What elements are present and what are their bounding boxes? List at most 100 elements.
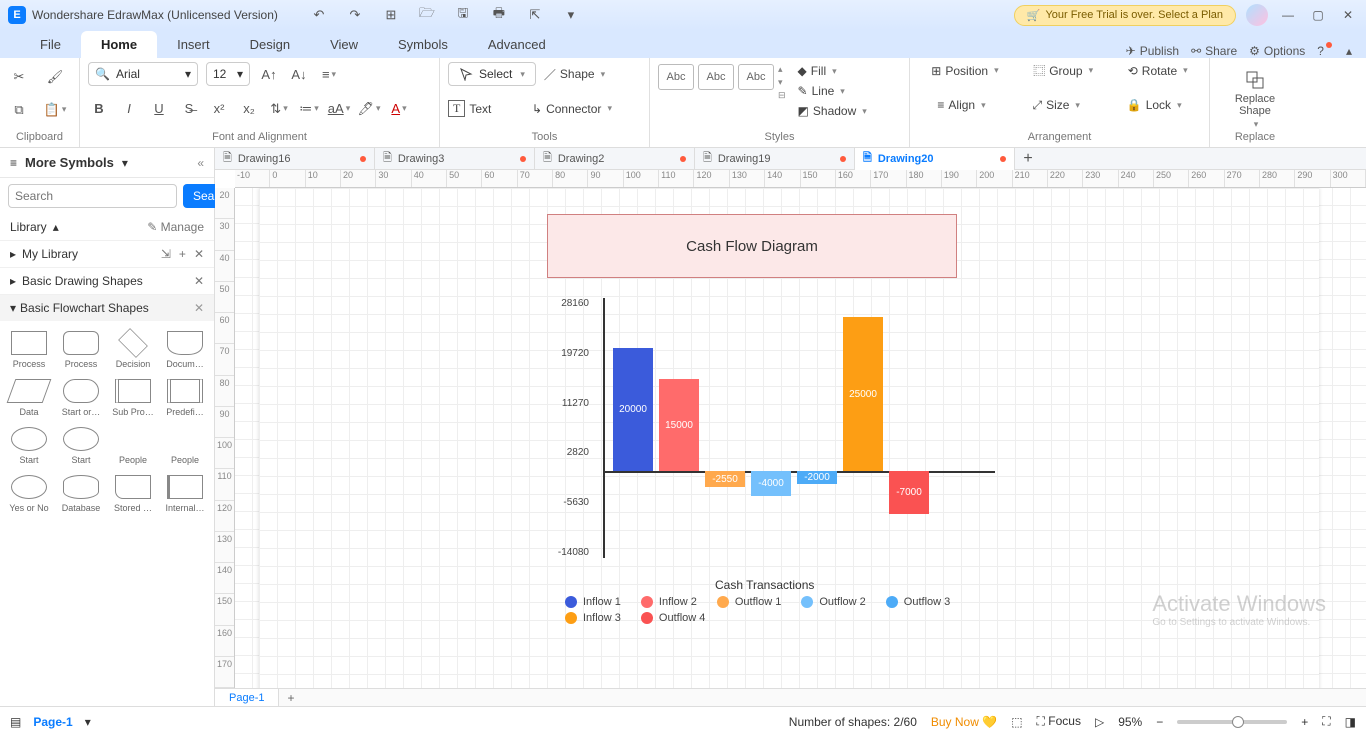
page-dropdown-icon[interactable]: ▾	[85, 715, 91, 729]
undo-icon[interactable]: ↶	[308, 4, 330, 26]
add-page-icon[interactable]: +	[279, 691, 302, 705]
focus-button[interactable]: ⛶ Focus	[1037, 714, 1081, 729]
shape-tool[interactable]: ／ Shape	[544, 66, 605, 83]
line-button[interactable]: ✎ Line	[798, 84, 867, 98]
basic-flowchart-item[interactable]: Basic Flowchart Shapes	[20, 301, 149, 315]
shape-stencil[interactable]: Internal…	[160, 471, 210, 517]
align-button[interactable]: ≡ Align	[937, 98, 985, 112]
shape-stencil[interactable]: People	[160, 423, 210, 469]
select-tool[interactable]: Select	[448, 62, 536, 86]
bar-inflow-1[interactable]: 20000	[613, 348, 653, 471]
style-preset[interactable]: Abc	[698, 64, 734, 90]
shape-stencil[interactable]: Process	[4, 327, 54, 373]
more-symbols-label[interactable]: More Symbols	[25, 155, 114, 170]
position-button[interactable]: ⊞ Position	[931, 64, 998, 78]
style-down-icon[interactable]: ▾	[778, 77, 786, 88]
zoom-slider[interactable]	[1177, 720, 1287, 724]
font-size-select[interactable]: 12▾	[206, 62, 250, 86]
bar-inflow-2[interactable]: 15000	[659, 379, 699, 471]
zoom-out-icon[interactable]: −	[1156, 715, 1163, 729]
size-button[interactable]: ⤢ Size	[1032, 98, 1079, 113]
basic-drawing-item[interactable]: Basic Drawing Shapes	[22, 274, 143, 288]
my-library-item[interactable]: My Library	[22, 247, 78, 261]
highlight-icon[interactable]: 🖊	[358, 98, 380, 120]
pin-icon[interactable]: ⇲	[161, 247, 171, 261]
library-label[interactable]: Library	[10, 220, 47, 234]
paragraph-icon[interactable]: ≡	[318, 63, 340, 85]
chart[interactable]: 2816019720112702820-5630-14080 200001500…	[545, 298, 995, 578]
close-icon[interactable]: ✕	[194, 301, 204, 315]
format-painter-icon[interactable]: 🖌	[44, 66, 66, 88]
copy-icon[interactable]: ⧉	[8, 99, 30, 121]
page-tab-1[interactable]: Page-1	[215, 689, 279, 706]
bar-outflow-1[interactable]: -2550	[705, 471, 745, 487]
shape-stencil[interactable]: Database	[56, 471, 106, 517]
bold-icon[interactable]: B	[88, 98, 110, 120]
add-tab-icon[interactable]: +	[1015, 150, 1041, 168]
shape-stencil[interactable]: Sub Pro…	[108, 375, 158, 421]
shape-stencil[interactable]: Docum…	[160, 327, 210, 373]
zoom-level[interactable]: 95%	[1118, 715, 1142, 729]
manage-link[interactable]: ✎ Manage	[147, 220, 204, 234]
doc-tab[interactable]: 🗎 Drawing16	[215, 148, 375, 170]
menu-tab-insert[interactable]: Insert	[157, 31, 230, 58]
doc-tab[interactable]: 🗎 Drawing2	[535, 148, 695, 170]
style-up-icon[interactable]: ▴	[778, 64, 786, 75]
menu-tab-advanced[interactable]: Advanced	[468, 31, 566, 58]
menu-tab-view[interactable]: View	[310, 31, 378, 58]
bar-inflow-3[interactable]: 25000	[843, 317, 883, 471]
increase-font-icon[interactable]: A↑	[258, 63, 280, 85]
share-button[interactable]: ⚯ Share	[1191, 44, 1237, 58]
export-icon[interactable]: ⇱	[524, 4, 546, 26]
fill-button[interactable]: ◆ Fill	[798, 64, 867, 78]
subscript-icon[interactable]: x₂	[238, 98, 260, 120]
add-icon[interactable]: +	[179, 247, 186, 261]
bar-outflow-3[interactable]: -2000	[797, 471, 837, 483]
shadow-button[interactable]: ◩ Shadow	[798, 104, 867, 118]
shape-stencil[interactable]: Data	[4, 375, 54, 421]
lock-button[interactable]: 🔒 Lock	[1127, 98, 1182, 112]
strike-icon[interactable]: S̶	[178, 98, 200, 120]
publish-button[interactable]: ✈ Publish	[1126, 44, 1179, 58]
shape-stencil[interactable]: People	[108, 423, 158, 469]
pages-menu-icon[interactable]: ▤	[10, 715, 21, 729]
layers-icon[interactable]: ⬚	[1011, 715, 1022, 729]
shape-stencil[interactable]: Start	[56, 423, 106, 469]
menu-tab-home[interactable]: Home	[81, 31, 157, 58]
window-maximize[interactable]: ▢	[1308, 5, 1328, 25]
help-icon[interactable]: ?	[1317, 44, 1334, 58]
chart-title[interactable]: Cash Flow Diagram	[547, 214, 957, 278]
print-icon[interactable]: 🖶	[488, 4, 510, 26]
style-preset[interactable]: Abc	[658, 64, 694, 90]
collapse-ribbon-icon[interactable]: ▴	[1346, 44, 1352, 58]
shape-stencil[interactable]: Decision	[108, 327, 158, 373]
canvas[interactable]: Cash Flow Diagram 2816019720112702820-56…	[235, 188, 1366, 688]
shape-stencil[interactable]: Predefi…	[160, 375, 210, 421]
new-icon[interactable]: ⊞	[380, 4, 402, 26]
replace-shape-button[interactable]: Replace Shape	[1225, 63, 1285, 130]
connector-tool[interactable]: ↳ Connector	[532, 102, 612, 116]
user-avatar[interactable]	[1246, 4, 1268, 26]
cut-icon[interactable]: ✂	[8, 66, 30, 88]
bar-outflow-2[interactable]: -4000	[751, 471, 791, 496]
shape-stencil[interactable]: Process	[56, 327, 106, 373]
save-icon[interactable]: 🖫	[452, 4, 474, 26]
page-indicator[interactable]: Page-1	[33, 715, 72, 729]
case-icon[interactable]: aA	[328, 98, 350, 120]
style-preset[interactable]: Abc	[738, 64, 774, 90]
redo-icon[interactable]: ↷	[344, 4, 366, 26]
symbol-search-input[interactable]	[8, 184, 177, 208]
shape-stencil[interactable]: Stored …	[108, 471, 158, 517]
paste-icon[interactable]: 📋	[44, 99, 66, 121]
shape-stencil[interactable]: Start or…	[56, 375, 106, 421]
bar-outflow-4[interactable]: -7000	[889, 471, 929, 514]
italic-icon[interactable]: I	[118, 98, 140, 120]
style-more-icon[interactable]: ⊟	[778, 90, 786, 101]
trial-banner[interactable]: 🛒 Your Free Trial is over. Select a Plan	[1014, 5, 1236, 26]
doc-tab[interactable]: 🗎 Drawing19	[695, 148, 855, 170]
doc-tab[interactable]: 🗎 Drawing3	[375, 148, 535, 170]
superscript-icon[interactable]: x²	[208, 98, 230, 120]
font-family-select[interactable]: 🔍 Arial ▾	[88, 62, 198, 86]
options-button[interactable]: ⚙ Options	[1249, 44, 1305, 58]
open-icon[interactable]: 🗁	[416, 4, 438, 26]
